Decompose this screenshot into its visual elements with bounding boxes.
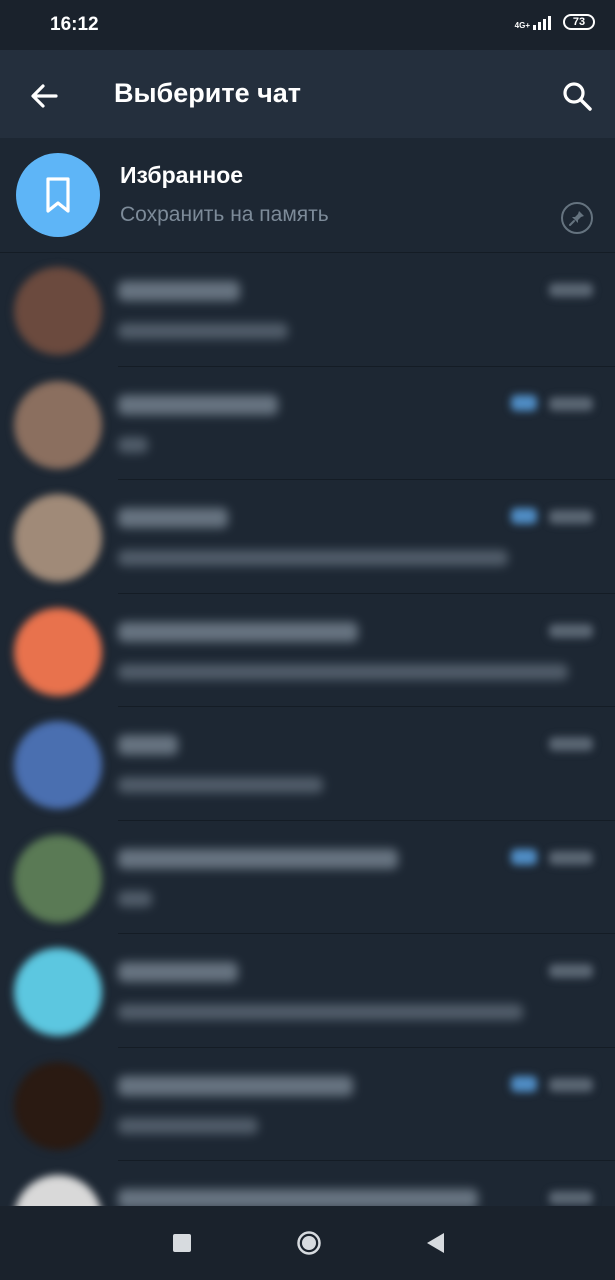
saved-subtitle: Сохранить на память <box>120 203 329 226</box>
chat-message-preview <box>118 550 508 566</box>
chat-name <box>118 962 238 982</box>
chat-name <box>118 281 240 301</box>
read-check-icon <box>511 1075 537 1092</box>
system-nav-bar <box>0 1206 615 1280</box>
saved-avatar <box>16 153 100 237</box>
chat-message-preview <box>118 436 148 453</box>
pin-icon <box>561 202 593 234</box>
chat-name <box>118 508 228 528</box>
arrow-left-icon <box>31 84 58 108</box>
triangle-back-icon[interactable] <box>424 1231 446 1255</box>
chat-time <box>549 510 593 524</box>
chat-avatar <box>14 721 102 809</box>
page-title: Выберите чат <box>114 78 301 108</box>
chat-row[interactable] <box>0 1048 615 1161</box>
chat-time <box>549 850 593 865</box>
battery-level: 73 <box>572 16 586 28</box>
chat-name <box>118 1075 353 1096</box>
chat-name <box>118 848 398 869</box>
chat-avatar <box>14 267 102 355</box>
status-time: 16:12 <box>50 14 99 35</box>
chat-avatar <box>14 380 102 469</box>
chat-time <box>549 623 593 638</box>
app-bar: Выберите чат <box>0 50 615 138</box>
battery-icon: 73 <box>563 14 595 30</box>
chat-time <box>549 737 593 751</box>
saved-messages-row[interactable]: Избранное Сохранить на память <box>0 138 615 253</box>
read-check-icon <box>511 394 537 411</box>
chat-time <box>549 1191 593 1205</box>
signal-icon <box>533 16 551 30</box>
chat-message-preview <box>118 1117 258 1134</box>
chat-avatar <box>14 494 102 582</box>
chat-message-preview <box>118 323 288 339</box>
read-check-icon <box>511 508 537 524</box>
chat-message-preview <box>118 1004 523 1020</box>
search-button[interactable] <box>559 78 595 114</box>
chat-time <box>549 396 593 411</box>
chat-name <box>118 394 278 415</box>
read-check-icon <box>511 848 537 865</box>
chat-row[interactable] <box>0 934 615 1048</box>
chat-row[interactable] <box>0 480 615 594</box>
chat-message-preview <box>118 663 568 680</box>
chat-time <box>549 1077 593 1092</box>
chat-row[interactable] <box>0 253 615 367</box>
chat-avatar <box>14 1175 102 1206</box>
chat-time <box>549 283 593 297</box>
square-icon[interactable] <box>173 1234 191 1252</box>
chat-list <box>0 253 615 1206</box>
chat-row[interactable] <box>0 707 615 821</box>
chat-avatar <box>14 834 102 923</box>
chat-time <box>549 964 593 978</box>
network-indicator: 4G+ <box>515 14 555 30</box>
saved-name: Избранное <box>120 162 244 188</box>
bookmark-icon <box>46 177 70 213</box>
chat-message-preview <box>118 890 152 907</box>
chat-name <box>118 735 178 755</box>
chat-avatar <box>14 1061 102 1150</box>
chat-row[interactable] <box>0 821 615 934</box>
chat-row[interactable] <box>0 367 615 480</box>
back-button[interactable] <box>26 78 62 114</box>
network-label: 4G+ <box>514 21 530 30</box>
chat-name <box>118 1189 478 1206</box>
chat-name <box>118 621 358 642</box>
chat-avatar <box>14 607 102 696</box>
chat-avatar <box>14 948 102 1036</box>
search-icon <box>563 82 592 111</box>
chat-message-preview <box>118 777 323 793</box>
chat-row[interactable] <box>0 1161 615 1206</box>
status-icons: 4G+ 73 <box>515 14 595 30</box>
circle-home-icon[interactable] <box>296 1230 322 1256</box>
chat-row[interactable] <box>0 594 615 707</box>
status-bar: 16:12 4G+ 73 <box>0 0 615 50</box>
